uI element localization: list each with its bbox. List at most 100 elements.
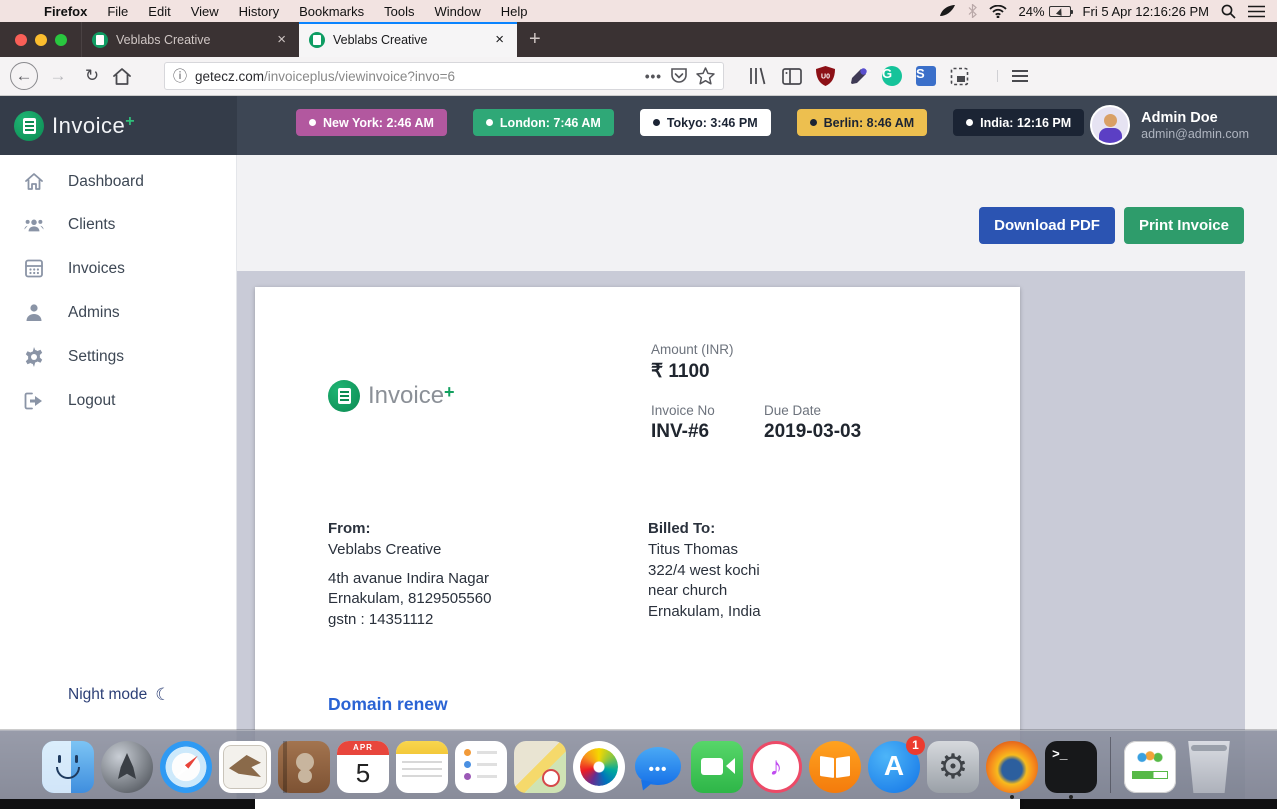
print-invoice-button[interactable]: Print Invoice — [1124, 207, 1244, 244]
dock-maps-icon[interactable] — [514, 741, 566, 793]
bookmark-star-icon[interactable] — [696, 67, 715, 85]
menubar-app-name[interactable]: Firefox — [34, 4, 97, 19]
dock-appstore-icon[interactable]: A1 — [868, 741, 920, 793]
ublock-origin-icon[interactable]: U0 — [816, 66, 835, 86]
dot-icon — [810, 119, 817, 126]
notification-center-icon[interactable] — [1248, 5, 1265, 18]
window-close-button[interactable] — [15, 34, 27, 46]
dock-contacts-icon[interactable] — [278, 741, 330, 793]
browser-toolbar: ← → ↻ ⓘ getecz.com/invoiceplus/viewinvoi… — [0, 57, 1277, 96]
sidebar: Dashboard Clients Invoices Admins Settin… — [0, 155, 237, 799]
timezone-row: New York: 2:46 AM London: 7:46 AM Tokyo:… — [296, 109, 1084, 136]
menubar-item-history[interactable]: History — [229, 4, 289, 19]
brand-plus: + — [444, 382, 455, 402]
tab-close-icon[interactable]: × — [274, 31, 289, 48]
night-mode-toggle[interactable]: Night mode ☾ — [0, 685, 236, 705]
sidebar-item-clients[interactable]: Clients — [0, 208, 236, 242]
dock-trash-icon[interactable] — [1183, 741, 1235, 793]
from-block: From: Veblabs Creative 4th avanue Indira… — [328, 519, 491, 630]
sidebar-item-settings[interactable]: Settings — [0, 339, 236, 375]
sidebar-item-invoices[interactable]: Invoices — [0, 251, 236, 286]
url-text[interactable]: getecz.com/invoiceplus/viewinvoice?invo=… — [195, 69, 637, 84]
timezone-pill-new-york: New York: 2:46 AM — [296, 109, 447, 136]
dock-system-preferences-icon[interactable]: ⚙ — [927, 741, 979, 793]
url-bar[interactable]: ⓘ getecz.com/invoiceplus/viewinvoice?inv… — [164, 62, 724, 90]
macos-dock: APR 5 ••• ♪ A1 ⚙ >_ — [0, 730, 1277, 799]
browser-tab-2-active[interactable]: Veblabs Creative × — [299, 22, 517, 57]
timezone-pill-london: London: 7:46 AM — [473, 109, 614, 136]
tab-favicon — [309, 32, 325, 48]
dock-safari-icon[interactable] — [160, 741, 212, 793]
library-icon[interactable] — [748, 67, 768, 85]
user-menu[interactable]: Admin Doe admin@admin.com — [1090, 105, 1249, 145]
menubar-item-window[interactable]: Window — [425, 4, 491, 19]
battery-icon — [1049, 6, 1071, 17]
dock-messages-icon[interactable]: ••• — [632, 741, 684, 793]
dock-launchpad-icon[interactable] — [101, 741, 153, 793]
wifi-icon[interactable] — [989, 5, 1007, 18]
dock-terminal-icon[interactable]: >_ — [1045, 741, 1097, 793]
sidebar-toggle-icon[interactable] — [782, 68, 802, 85]
home-button[interactable] — [112, 67, 132, 86]
billed-to-label: Billed To: — [648, 519, 761, 539]
battery-indicator[interactable]: 24% — [1019, 4, 1071, 19]
screenshot-tool-icon[interactable] — [950, 67, 969, 86]
sidebar-item-logout[interactable]: Logout — [0, 384, 236, 418]
browser-tab-1[interactable]: Veblabs Creative × — [81, 22, 299, 57]
spotlight-search-icon[interactable] — [1221, 4, 1236, 19]
forward-button[interactable]: → — [44, 62, 72, 90]
dot-icon — [966, 119, 973, 126]
page-actions-icon[interactable]: ••• — [645, 69, 662, 84]
new-tab-button[interactable]: + — [517, 22, 553, 57]
window-zoom-button[interactable] — [55, 34, 67, 46]
menubar-item-view[interactable]: View — [181, 4, 229, 19]
svg-text:U0: U0 — [821, 74, 830, 81]
menubar-item-file[interactable]: File — [97, 4, 138, 19]
macos-menubar: Firefox File Edit View History Bookmarks… — [0, 0, 1277, 22]
eyedropper-icon[interactable] — [849, 67, 868, 86]
dock-firefox-icon[interactable] — [986, 741, 1038, 793]
tab-close-icon[interactable]: × — [492, 31, 507, 48]
home-icon — [24, 172, 44, 191]
app-logo[interactable]: Invoice+ — [0, 96, 237, 155]
menubar-clock[interactable]: Fri 5 Apr 12:16:26 PM — [1083, 4, 1209, 19]
billed-line: Titus Thomas — [648, 540, 761, 560]
due-date-label: Due Date — [764, 403, 861, 418]
invoice-actions: Download PDF Print Invoice — [979, 207, 1244, 244]
invoice-item-title-link[interactable]: Domain renew — [328, 694, 448, 715]
dock-books-icon[interactable] — [809, 741, 861, 793]
sidebar-item-admins[interactable]: Admins — [0, 295, 236, 330]
sidebar-item-dashboard[interactable]: Dashboard — [0, 164, 236, 199]
feather-status-icon[interactable] — [938, 4, 956, 18]
dock-notes-icon[interactable] — [396, 741, 448, 793]
moon-icon: ☾ — [155, 685, 170, 705]
user-icon — [24, 303, 44, 322]
download-pdf-button[interactable]: Download PDF — [979, 207, 1115, 244]
dock-facetime-icon[interactable] — [691, 741, 743, 793]
menubar-item-help[interactable]: Help — [491, 4, 538, 19]
back-button[interactable]: ← — [10, 62, 38, 90]
timezone-pill-tokyo: Tokyo: 3:46 PM — [640, 109, 771, 136]
dock-reminders-icon[interactable] — [455, 741, 507, 793]
grammarly-icon[interactable]: G — [882, 66, 902, 86]
dock-mail-icon[interactable] — [219, 741, 271, 793]
s-extension-icon[interactable]: S — [916, 66, 936, 86]
avatar — [1090, 105, 1130, 145]
dock-photos-icon[interactable] — [573, 741, 625, 793]
dock-finder-icon[interactable] — [42, 741, 94, 793]
invoice-logo-icon — [14, 111, 44, 141]
dock-shared-document-icon[interactable] — [1124, 741, 1176, 793]
site-info-icon[interactable]: ⓘ — [173, 66, 187, 86]
window-minimize-button[interactable] — [35, 34, 47, 46]
billed-line: near church — [648, 581, 761, 601]
bluetooth-icon[interactable] — [968, 4, 977, 18]
reload-button[interactable]: ↻ — [78, 62, 106, 90]
dock-calendar-icon[interactable]: APR 5 — [337, 741, 389, 793]
browser-menu-icon[interactable] — [997, 70, 1028, 82]
menubar-item-edit[interactable]: Edit — [138, 4, 180, 19]
pocket-save-icon[interactable] — [670, 67, 688, 85]
menubar-item-bookmarks[interactable]: Bookmarks — [289, 4, 374, 19]
menubar-item-tools[interactable]: Tools — [374, 4, 424, 19]
from-address-line: gstn : 14351112 — [328, 610, 491, 630]
dock-itunes-icon[interactable]: ♪ — [750, 741, 802, 793]
